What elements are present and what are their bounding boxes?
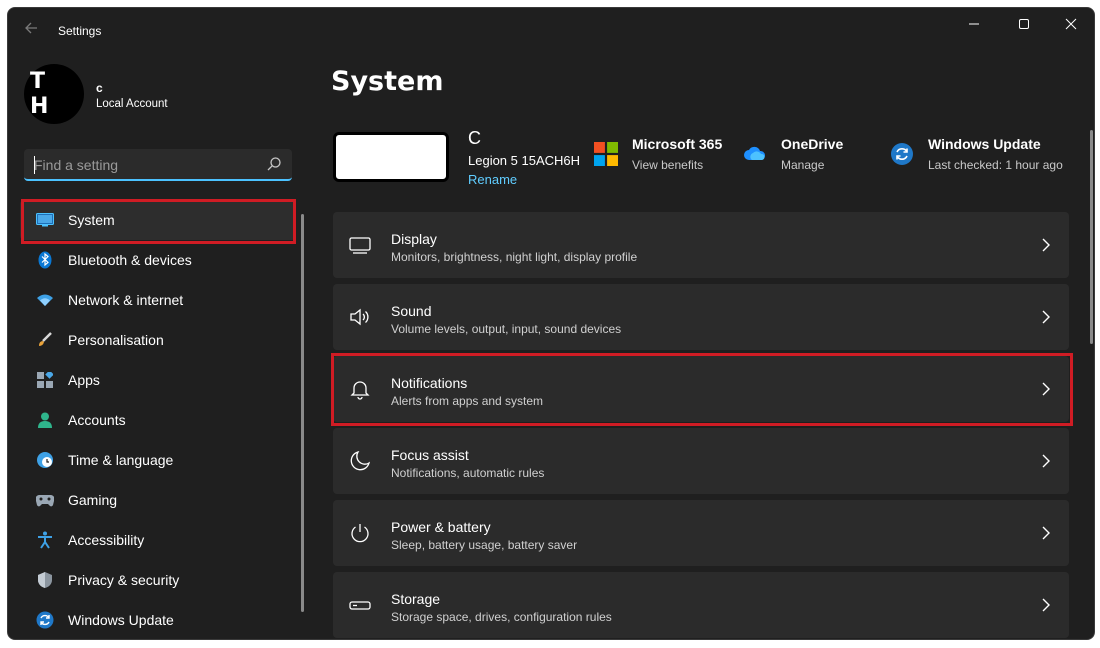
chevron-right-icon [1042,526,1050,540]
storage-icon [349,601,371,610]
sidebar-item-accounts[interactable]: Accounts [20,400,296,440]
device-name: C [468,128,481,148]
sidebar-scrollbar[interactable] [301,214,304,612]
card-subtitle: Sleep, battery usage, battery saver [391,538,578,552]
chevron-right-icon [1042,454,1050,468]
maximize-button[interactable] [1001,8,1047,40]
speaker-icon [350,308,369,326]
card-subtitle: Notifications, automatic rules [391,466,545,480]
card-subtitle: Monitors, brightness, night light, displ… [391,250,638,264]
sidebar-item-label: Gaming [68,492,118,508]
update-icon [891,143,913,165]
card-subtitle: Storage space, drives, configuration rul… [391,610,612,624]
person-icon [36,411,54,429]
card-subtitle: Volume levels, output, input, sound devi… [391,322,622,336]
onedrive-tile[interactable]: OneDrive Manage [743,136,843,172]
microsoft-logo-icon [594,142,618,166]
search-box[interactable] [24,149,292,181]
chevron-right-icon [1042,310,1050,324]
moon-icon [350,450,371,471]
device-image [333,132,449,182]
page-title: System [331,66,444,97]
sidebar-item-label: Time & language [68,452,174,468]
card-title: Display [391,231,437,247]
windows-update-subtitle: Last checked: 1 hour ago [928,158,1063,172]
sidebar-item-accessibility[interactable]: Accessibility [20,520,296,560]
sidebar-item-personalisation[interactable]: Personalisation [20,320,296,360]
microsoft365-title: Microsoft 365 [632,136,723,152]
search-input[interactable] [34,155,254,175]
card-focus-assist[interactable]: Focus assist Notifications, automatic ru… [333,428,1069,494]
brush-icon [36,331,54,349]
title-bar: Settings [8,8,1094,48]
card-sound[interactable]: Sound Volume levels, output, input, soun… [333,284,1069,350]
sidebar-item-windows-update[interactable]: Windows Update [20,600,296,639]
microsoft365-tile[interactable]: Microsoft 365 View benefits [594,136,722,172]
search-icon[interactable] [266,156,282,172]
card-power-battery[interactable]: Power & battery Sleep, battery usage, ba… [333,500,1069,566]
chevron-right-icon [1042,238,1050,252]
sidebar-item-time-language[interactable]: Time & language [20,440,296,480]
card-title: Sound [391,303,432,319]
close-button[interactable] [1048,8,1094,40]
account-type: Local Account [96,98,168,110]
globe-clock-icon [36,451,54,469]
card-storage[interactable]: Storage Storage space, drives, configura… [333,572,1069,638]
card-title: Power & battery [391,519,491,535]
sidebar-item-network[interactable]: Network & internet [20,280,296,320]
card-title: Focus assist [391,447,469,463]
main-scrollbar[interactable] [1090,130,1093,344]
apps-icon [36,371,54,389]
onedrive-cloud-icon [744,146,766,160]
sidebar-item-gaming[interactable]: Gaming [20,480,296,520]
shield-icon [36,571,54,589]
display-icon [349,237,371,254]
sidebar-item-label: Privacy & security [68,572,180,588]
sidebar-item-privacy-security[interactable]: Privacy & security [20,560,296,600]
system-highlight-box [21,199,296,244]
sidebar-item-label: Accounts [68,412,126,428]
onedrive-title: OneDrive [781,136,844,152]
sidebar-item-label: Personalisation [68,332,164,348]
update-icon [36,611,54,629]
windows-update-title: Windows Update [928,136,1041,152]
microsoft365-subtitle: View benefits [632,158,704,172]
account-name: c [96,81,103,95]
card-title: Storage [391,591,441,607]
onedrive-subtitle: Manage [781,158,825,172]
accessibility-icon [36,531,54,549]
rename-link[interactable]: Rename [468,172,517,187]
card-display[interactable]: Display Monitors, brightness, night ligh… [333,212,1069,278]
sidebar-item-label: Bluetooth & devices [68,252,192,268]
sidebar-item-label: Network & internet [68,292,184,308]
app-title: Settings [58,24,102,38]
settings-list: Display Monitors, brightness, night ligh… [333,212,1069,639]
windows-update-tile[interactable]: Windows Update Last checked: 1 hour ago [890,136,1063,172]
sidebar-nav: System Bluetooth & devices Network & int… [20,200,296,639]
power-icon [351,524,369,543]
back-arrow-icon[interactable] [20,20,42,42]
bluetooth-icon [36,251,54,269]
sidebar-item-apps[interactable]: Apps [20,360,296,400]
sidebar-item-label: Accessibility [68,532,145,548]
device-model: Legion 5 15ACH6H [468,153,581,168]
chevron-right-icon [1042,598,1050,612]
settings-window: Settings T H c Local Account System Blue [7,7,1095,640]
sidebar-item-label: Windows Update [68,612,174,628]
avatar[interactable]: T H [24,64,84,124]
minimize-button[interactable] [951,8,997,40]
sidebar-item-label: Apps [68,372,100,388]
notifications-highlight-box [331,353,1073,426]
gamepad-icon [36,491,54,509]
wifi-icon [36,291,54,309]
sidebar-item-bluetooth[interactable]: Bluetooth & devices [20,240,296,280]
